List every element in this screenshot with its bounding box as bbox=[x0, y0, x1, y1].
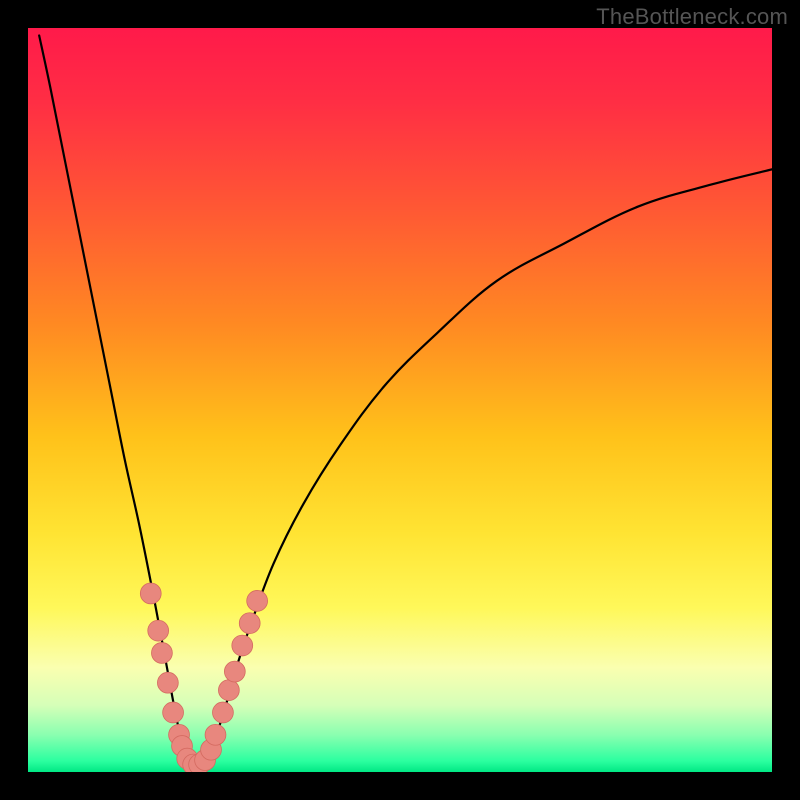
data-marker bbox=[218, 680, 239, 701]
data-marker bbox=[232, 635, 253, 656]
data-marker bbox=[157, 672, 178, 693]
bottleneck-chart bbox=[28, 28, 772, 772]
chart-frame: TheBottleneck.com bbox=[0, 0, 800, 800]
data-marker bbox=[247, 590, 268, 611]
data-marker bbox=[163, 702, 184, 723]
plot-area bbox=[28, 28, 772, 772]
data-marker bbox=[205, 724, 226, 745]
data-marker bbox=[224, 661, 245, 682]
data-marker bbox=[239, 613, 260, 634]
watermark-text: TheBottleneck.com bbox=[596, 4, 788, 30]
data-marker bbox=[152, 643, 173, 664]
data-marker bbox=[148, 620, 169, 641]
data-marker bbox=[140, 583, 161, 604]
gradient-background bbox=[28, 28, 772, 772]
data-marker bbox=[213, 702, 234, 723]
